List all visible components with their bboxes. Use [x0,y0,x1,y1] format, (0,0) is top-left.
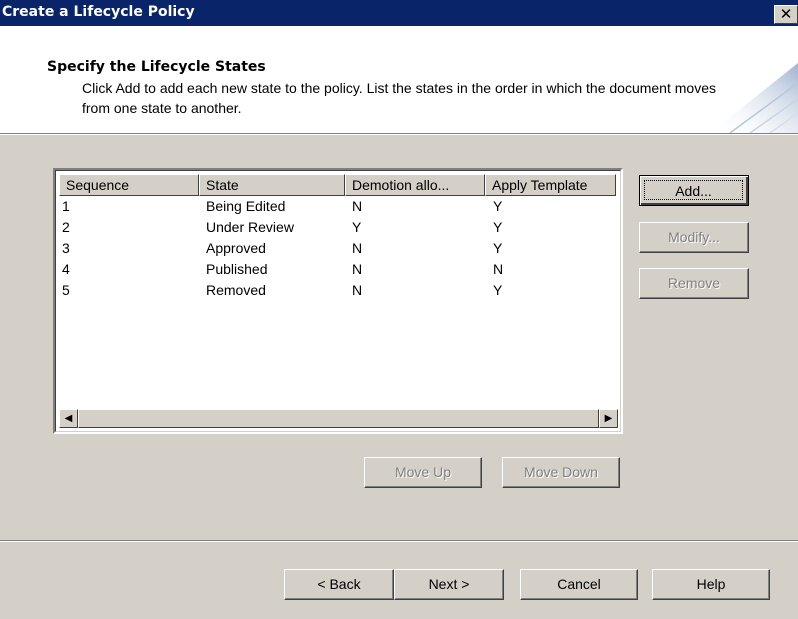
cell-demotion: N [352,198,363,214]
close-icon: ✕ [779,5,793,23]
table-row[interactable]: 2 Under Review Y Y [56,217,616,238]
cell-apply-template: Y [493,240,503,256]
cell-sequence: 5 [62,282,70,298]
header-decoration-icon [710,63,798,133]
cell-sequence: 3 [62,240,70,256]
cell-state: Being Edited [206,198,286,214]
column-header-state[interactable]: State [199,174,345,196]
arrow-left-icon: ◀ [64,413,73,424]
dialog-window: Create a Lifecycle Policy ✕ Specify the … [0,0,798,619]
window-title: Create a Lifecycle Policy [2,4,195,20]
wizard-header: Specify the Lifecycle States Click Add t… [0,26,798,134]
scroll-left-button[interactable]: ◀ [59,409,78,428]
add-button-label: Add... [644,180,743,200]
cell-demotion: Y [352,219,362,235]
move-down-button[interactable]: Move Down [502,457,620,488]
cell-demotion: N [352,282,363,298]
close-button[interactable]: ✕ [774,5,798,24]
next-button[interactable]: Next > [394,569,504,600]
move-up-button[interactable]: Move Up [364,457,482,488]
footer-separator [0,540,798,542]
cell-apply-template: Y [493,198,503,214]
help-button[interactable]: Help [652,569,770,600]
lifecycle-states-list[interactable]: Sequence State Demotion allo... Apply Te… [53,168,623,434]
cell-state: Under Review [206,219,294,235]
scroll-right-button[interactable]: ▶ [599,409,618,428]
cell-demotion: N [352,240,363,256]
column-header-demotion-allowed[interactable]: Demotion allo... [345,174,485,196]
title-bar: Create a Lifecycle Policy ✕ [0,0,798,26]
arrow-right-icon: ▶ [604,413,613,424]
cell-demotion: N [352,261,363,277]
cell-state: Approved [206,240,266,256]
table-row[interactable]: 1 Being Edited N Y [56,196,616,217]
scroll-thumb[interactable] [78,409,599,428]
header-title: Specify the Lifecycle States [47,59,266,75]
table-row[interactable]: 3 Approved N Y [56,238,616,259]
cell-sequence: 4 [62,261,70,277]
table-row[interactable]: 5 Removed N Y [56,280,616,301]
cell-apply-template: Y [493,282,503,298]
column-header-apply-template[interactable]: Apply Template [485,174,616,196]
cell-apply-template: Y [493,219,503,235]
add-button[interactable]: Add... [639,175,749,206]
column-header-sequence[interactable]: Sequence [59,174,199,196]
cell-sequence: 1 [62,198,70,214]
cell-state: Removed [206,282,266,298]
cell-state: Published [206,261,268,277]
back-button[interactable]: < Back [284,569,394,600]
horizontal-scrollbar[interactable]: ◀ ▶ [59,409,618,428]
table-row[interactable]: 4 Published N N [56,259,616,280]
remove-button[interactable]: Remove [639,268,749,299]
cancel-button[interactable]: Cancel [520,569,638,600]
cell-sequence: 2 [62,219,70,235]
modify-button[interactable]: Modify... [639,222,749,253]
cell-apply-template: N [493,261,504,277]
header-description: Click Add to add each new state to the p… [82,80,716,116]
